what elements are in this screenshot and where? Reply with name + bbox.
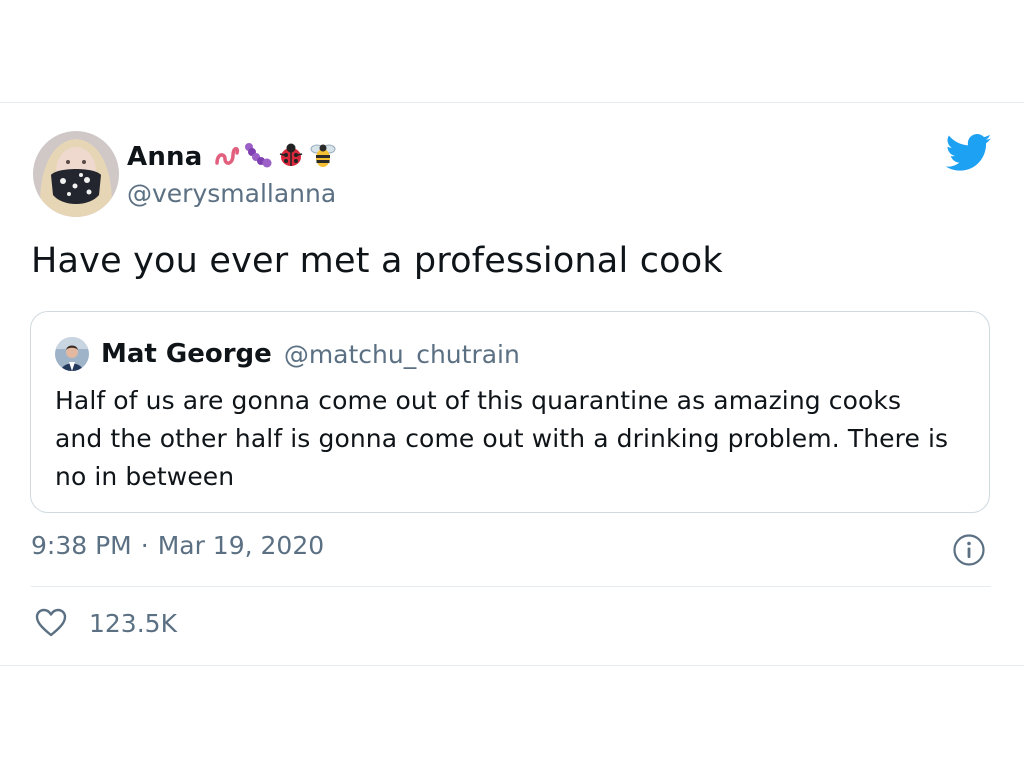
caterpillar-icon [244, 141, 274, 173]
quoted-tweet-text: Half of us are gonna come out of this qu… [55, 386, 949, 491]
author-avatar[interactable] [33, 131, 119, 217]
twitter-bird-icon[interactable] [945, 133, 992, 173]
like-action[interactable]: 123.5K [35, 608, 177, 638]
timestamp-separator: · [140, 531, 149, 560]
quoted-tweet-header: Mat George @matchu_chutrain [55, 334, 520, 374]
divider [31, 586, 991, 587]
quoted-author-handle[interactable]: @matchu_chutrain [284, 340, 520, 369]
quoted-author-avatar [55, 337, 89, 371]
author-display-name[interactable]: Anna [127, 142, 203, 172]
ladybug-icon [277, 141, 305, 173]
info-icon[interactable] [952, 533, 986, 567]
tweet-time: 9:38 PM [31, 531, 132, 560]
bee-icon [308, 140, 338, 174]
quoted-tweet[interactable]: Mat George @matchu_chutrain Half of us a… [30, 311, 990, 513]
tweet-text: Have you ever met a professional cook [31, 241, 723, 281]
tweet-date: Mar 19, 2020 [157, 531, 325, 560]
author-name-row: Anna [127, 139, 338, 175]
author-handle[interactable]: @verysmallanna [127, 179, 336, 208]
tweet-timestamp[interactable]: 9:38 PM · Mar 19, 2020 [31, 531, 324, 560]
tweet-card: Anna @verysmallanna Have you ever met a … [0, 102, 1024, 666]
name-emojis [213, 140, 338, 174]
quoted-author-name[interactable]: Mat George [101, 339, 272, 369]
worm-icon [213, 141, 241, 173]
heart-icon[interactable] [35, 608, 67, 638]
like-count: 123.5K [89, 608, 177, 638]
